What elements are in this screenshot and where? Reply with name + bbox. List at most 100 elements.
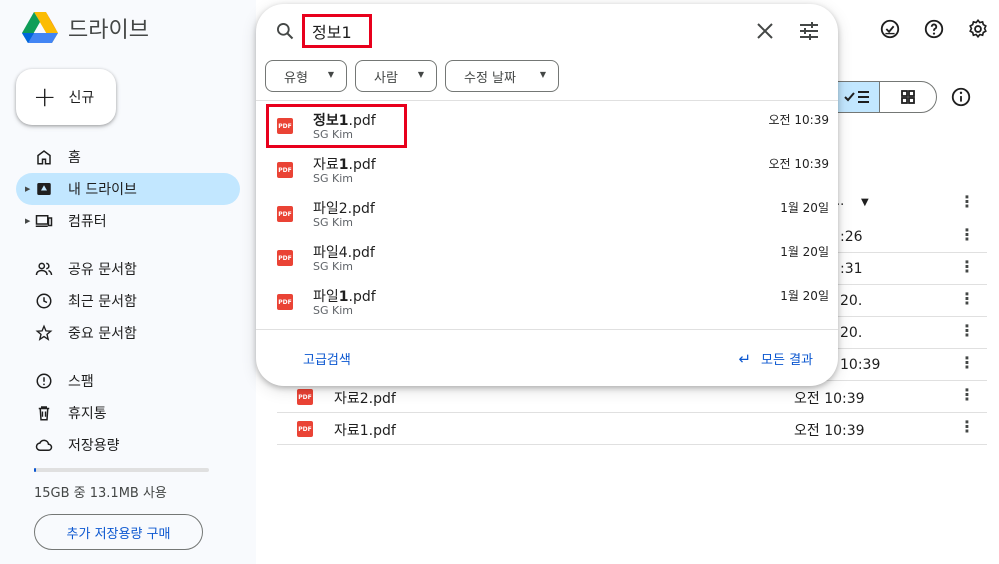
advanced-search-link[interactable]: 고급검색 (303, 349, 351, 368)
expand-caret-icon[interactable]: ▶ (25, 185, 30, 193)
new-button-label: 신규 (68, 90, 95, 106)
chip-label: 유형 (284, 70, 308, 86)
pdf-file-icon: PDF (277, 250, 293, 266)
file-date: 오전 10:39 (794, 391, 865, 407)
file-name: 자료2.pdf (334, 391, 396, 407)
ready-offline-icon[interactable] (878, 17, 902, 41)
result-time: 1월 20일 (780, 289, 829, 303)
sidebar-item-label: 내 드라이브 (68, 182, 137, 198)
buy-storage-button[interactable]: 추가 저장용량 구매 (34, 514, 203, 550)
star-icon (34, 323, 54, 343)
result-highlight-box (266, 104, 407, 148)
chip-label: 사람 (374, 70, 398, 86)
result-name: 자료1.pdf (313, 157, 376, 173)
more-options-icon[interactable]: ⋮ (959, 194, 975, 210)
app-title: 드라이브 (68, 18, 149, 43)
pdf-file-icon: PDF (277, 162, 293, 178)
row-date-partial: :26 (840, 229, 863, 245)
sidebar-item-label: 저장용량 (68, 438, 120, 454)
more-options-icon[interactable]: ⋮ (959, 419, 975, 435)
grid-view-button[interactable] (879, 82, 936, 112)
view-toggle (822, 81, 937, 113)
sidebar-item-shared[interactable]: 공유 문서함 (16, 253, 240, 285)
search-panel: 유형 ▼ 사람 ▼ 수정 날짜 ▼ PDF 정보1.pdf SG Kim 오전 … (256, 4, 838, 386)
drive-logo[interactable]: 드라이브 (20, 10, 149, 46)
more-options-icon[interactable]: ⋮ (959, 259, 975, 275)
sidebar-item-storage[interactable]: 저장용량 (16, 429, 240, 461)
result-name: 파일1.pdf (313, 289, 376, 305)
result-time: 오전 10:39 (768, 157, 829, 171)
plus-icon: + (33, 80, 57, 113)
search-input[interactable] (312, 21, 372, 40)
sidebar-item-computer[interactable]: ▶ 컴퓨터 (16, 205, 240, 237)
sidebar-item-label: 스팸 (68, 374, 94, 390)
shared-icon (34, 259, 54, 279)
sidebar-item-home[interactable]: 홈 (16, 141, 240, 173)
filter-chip-modified[interactable]: 수정 날짜 ▼ (445, 60, 559, 92)
search-icon[interactable] (275, 21, 295, 41)
pdf-file-icon: PDF (297, 389, 313, 405)
search-result-item[interactable]: PDF 자료1.pdf SG Kim 오전 10:39 (256, 148, 838, 192)
more-options-icon[interactable]: ⋮ (959, 387, 975, 403)
search-result-item[interactable]: PDF 파일2.pdf SG Kim 1월 20일 (256, 192, 838, 236)
more-options-icon[interactable]: ⋮ (959, 291, 975, 307)
result-owner: SG Kim (313, 216, 353, 229)
result-time: 1월 20일 (780, 245, 829, 259)
my-drive-icon (34, 179, 54, 199)
info-icon[interactable] (950, 86, 972, 108)
search-result-item[interactable]: PDF 파일1.pdf SG Kim 1월 20일 (256, 280, 838, 324)
sidebar-item-starred[interactable]: 중요 문서함 (16, 317, 240, 349)
chip-label: 수정 날짜 (464, 70, 516, 86)
sidebar-item-spam[interactable]: 스팸 (16, 365, 240, 397)
filter-chip-people[interactable]: 사람 ▼ (355, 60, 437, 92)
grid-icon (901, 90, 915, 104)
sidebar-item-my-drive[interactable]: ▶ 내 드라이브 (16, 173, 240, 205)
sidebar-item-label: 공유 문서함 (68, 262, 137, 278)
row-date-partial: 10:39 (840, 357, 881, 373)
trash-icon (34, 403, 54, 423)
divider (256, 329, 838, 330)
file-name: 자료1.pdf (334, 423, 396, 439)
result-time: 1월 20일 (780, 201, 829, 215)
all-results-link[interactable]: ↵ 모든 결과 (738, 349, 813, 369)
sidebar: 드라이브 + 신규 홈 ▶ 내 드라이브 ▶ 컴퓨터 공유 문서함 최근 문서함… (0, 0, 256, 564)
result-name: 파일4.pdf (313, 245, 375, 261)
chevron-down-icon: ▼ (539, 70, 546, 79)
close-icon[interactable] (753, 19, 777, 43)
more-options-icon[interactable]: ⋮ (959, 323, 975, 339)
pdf-file-icon: PDF (297, 421, 313, 437)
home-icon (34, 147, 54, 167)
settings-gear-icon[interactable] (966, 17, 990, 41)
recent-icon (34, 291, 54, 311)
sidebar-item-label: 최근 문서함 (68, 294, 137, 310)
storage-progress-fill (34, 468, 36, 472)
storage-usage-text: 15GB 중 13.1MB 사용 (34, 486, 167, 501)
storage-progress-bar (34, 468, 209, 472)
file-date: 오전 10:39 (794, 423, 865, 439)
expand-caret-icon[interactable]: ▶ (25, 217, 30, 225)
row-date-partial: 20. (840, 325, 863, 341)
chevron-down-icon: ▼ (327, 70, 334, 79)
sidebar-item-label: 컴퓨터 (68, 214, 107, 230)
search-result-item[interactable]: PDF 파일4.pdf SG Kim 1월 20일 (256, 236, 838, 280)
sort-down-arrow-icon[interactable]: ▼ (861, 197, 869, 208)
search-options-tune-icon[interactable] (797, 19, 821, 43)
table-row[interactable]: PDF 자료1.pdf 오전 10:39 ⋮ (277, 413, 987, 445)
row-date-partial: :31 (840, 261, 863, 277)
sidebar-item-trash[interactable]: 휴지통 (16, 397, 240, 429)
more-options-icon[interactable]: ⋮ (959, 355, 975, 371)
result-owner: SG Kim (313, 304, 353, 317)
cloud-icon (34, 435, 54, 455)
spam-icon (34, 371, 54, 391)
filter-chip-type[interactable]: 유형 ▼ (265, 60, 347, 92)
more-options-icon[interactable]: ⋮ (959, 227, 975, 243)
sidebar-item-recent[interactable]: 최근 문서함 (16, 285, 240, 317)
drive-logo-icon (22, 12, 58, 43)
help-icon[interactable] (922, 17, 946, 41)
new-button[interactable]: + 신규 (16, 69, 116, 125)
sidebar-item-label: 휴지통 (68, 406, 107, 422)
divider (256, 100, 838, 101)
result-owner: SG Kim (313, 172, 353, 185)
all-results-label: 모든 결과 (761, 353, 813, 368)
return-arrow-icon: ↵ (738, 349, 752, 368)
